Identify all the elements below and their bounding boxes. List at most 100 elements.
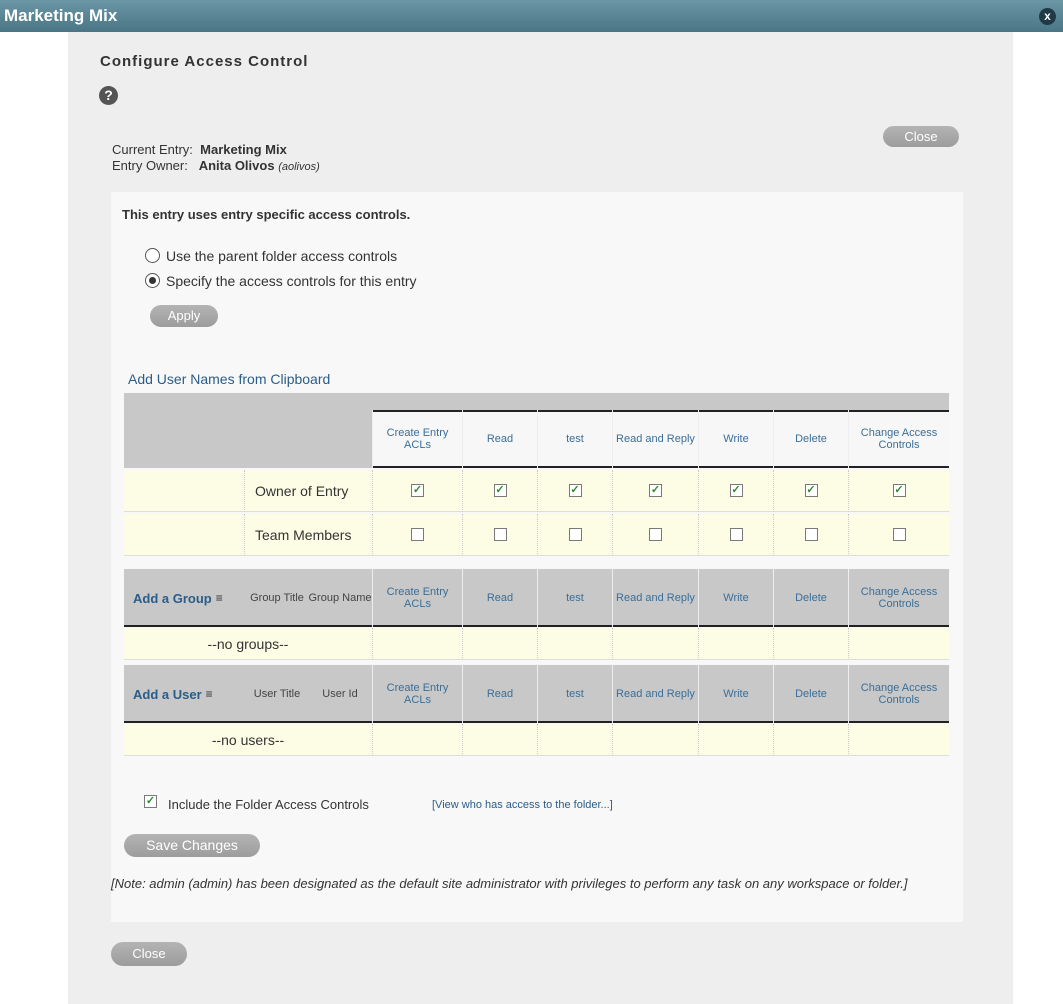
group-col-header: Write — [698, 569, 773, 627]
entry-owner-label: Entry Owner: — [112, 158, 188, 173]
unchecked-checkbox[interactable] — [493, 528, 507, 541]
user-col-header: test — [537, 665, 612, 723]
roles-col-header: Delete — [773, 410, 848, 468]
role-permission-cell — [698, 514, 773, 556]
roles-col-header: Change Access Controls — [848, 410, 949, 468]
checked-checkbox[interactable]: ✓ — [804, 484, 818, 497]
group-name-header: Group Name — [308, 592, 372, 604]
role-permission-cell: ✓ — [612, 470, 698, 512]
unchecked-checkbox[interactable] — [411, 528, 424, 541]
add-group-label: Add a Group — [133, 590, 212, 606]
checked-checkbox[interactable]: ✓ — [649, 484, 662, 497]
add-user-label: Add a User — [133, 686, 202, 702]
access-control-section — [111, 192, 963, 922]
group-empty-cell — [698, 628, 773, 660]
user-col-header: Delete — [773, 665, 848, 723]
close-button-bottom[interactable]: Close — [111, 942, 187, 966]
access-status-text: This entry uses entry specific access co… — [122, 207, 411, 222]
user-empty-cell — [612, 724, 698, 756]
current-entry-line: Current Entry: Marketing Mix — [112, 142, 287, 157]
checked-checkbox[interactable]: ✓ — [411, 484, 424, 497]
checked-checkbox[interactable]: ✓ — [729, 484, 743, 497]
group-empty-cell — [773, 628, 848, 660]
unchecked-checkbox[interactable] — [892, 528, 906, 541]
user-empty-row: --no users-- — [124, 724, 372, 756]
group-col-header: Delete — [773, 569, 848, 627]
filter-dropdown-icon[interactable]: ≡ — [216, 591, 223, 605]
add-user-names-link[interactable]: Add User Names from Clipboard — [128, 371, 330, 387]
radio-unselected-icon[interactable] — [145, 248, 160, 263]
role-permission-cell: ✓ — [698, 470, 773, 512]
user-col-header: Read and Reply — [612, 665, 698, 723]
user-empty-cell — [372, 724, 462, 756]
radio-specify-entry[interactable]: Specify the access controls for this ent… — [145, 273, 417, 289]
role-permission-cell — [537, 514, 612, 556]
unchecked-checkbox[interactable] — [804, 528, 818, 541]
role-permission-cell: ✓ — [372, 470, 462, 512]
user-name-header: User Id — [322, 688, 358, 700]
role-row-label: Owner of Entry — [245, 470, 372, 512]
role-permission-cell: ✓ — [848, 470, 949, 512]
user-empty-cell — [537, 724, 612, 756]
page-title: Configure Access Control — [100, 53, 309, 70]
role-permission-cell: ✓ — [537, 470, 612, 512]
close-button-top[interactable]: Close — [883, 126, 959, 147]
role-row-blank — [124, 470, 245, 512]
user-empty-cell — [848, 724, 949, 756]
save-changes-button[interactable]: Save Changes — [124, 834, 260, 857]
apply-button[interactable]: Apply — [150, 305, 218, 327]
group-col-header: Read — [462, 569, 537, 627]
unchecked-checkbox[interactable] — [568, 528, 582, 541]
user-title-header: User Title — [253, 688, 301, 700]
user-col-header: Create Entry ACLs — [372, 665, 462, 723]
user-col-header: Change Access Controls — [848, 665, 949, 723]
group-empty-cell — [848, 628, 949, 660]
window-title: Marketing Mix — [4, 6, 118, 25]
checked-checkbox[interactable]: ✓ — [493, 484, 507, 497]
help-icon[interactable]: ? — [99, 86, 118, 105]
window-close-icon[interactable]: x — [1039, 8, 1056, 25]
role-permission-cell — [372, 514, 462, 556]
add-user-button[interactable]: Add a User ≡ — [124, 665, 246, 723]
checked-checkbox[interactable]: ✓ — [892, 484, 906, 497]
title-bar: Marketing Mix x — [0, 0, 1063, 32]
roles-col-header: Create Entry ACLs — [372, 410, 462, 468]
group-col-header: test — [537, 569, 612, 627]
entry-owner-line: Entry Owner: Anita Olivos (aolivos) — [112, 158, 320, 173]
filter-dropdown-icon[interactable]: ≡ — [206, 687, 213, 701]
role-permission-cell: ✓ — [773, 470, 848, 512]
group-empty-cell — [612, 628, 698, 660]
add-group-button[interactable]: Add a Group ≡ — [124, 569, 246, 627]
user-empty-cell — [462, 724, 537, 756]
current-entry-label: Current Entry: — [112, 142, 193, 157]
role-row-blank — [124, 514, 245, 556]
include-folder-checkbox[interactable]: ✓ — [144, 795, 157, 808]
role-permission-cell — [462, 514, 537, 556]
group-title-header: Group Title — [250, 592, 304, 604]
roles-col-header: Read — [462, 410, 537, 468]
entry-owner-id: (aolivos) — [278, 161, 320, 173]
view-folder-access-link[interactable]: [View who has access to the folder...] — [432, 799, 613, 811]
radio-specify-entry-label: Specify the access controls for this ent… — [166, 273, 417, 289]
radio-parent-folder[interactable]: Use the parent folder access controls — [145, 248, 397, 264]
include-folder-label: Include the Folder Access Controls — [168, 797, 369, 812]
roles-col-header: Write — [698, 410, 773, 468]
radio-selected-icon[interactable] — [145, 273, 160, 288]
group-empty-cell — [462, 628, 537, 660]
user-col-header: Read — [462, 665, 537, 723]
unchecked-checkbox[interactable] — [729, 528, 743, 541]
group-empty-row: --no groups-- — [124, 628, 372, 660]
role-row-label: Team Members — [245, 514, 372, 556]
role-permission-cell — [612, 514, 698, 556]
role-permission-cell — [773, 514, 848, 556]
unchecked-checkbox[interactable] — [649, 528, 662, 541]
role-permission-cell: ✓ — [462, 470, 537, 512]
role-permission-cell — [848, 514, 949, 556]
roles-col-header: Read and Reply — [612, 410, 698, 468]
user-empty-cell — [773, 724, 848, 756]
group-col-header: Read and Reply — [612, 569, 698, 627]
admin-note: [Note: admin (admin) has been designated… — [111, 876, 908, 891]
checked-checkbox[interactable]: ✓ — [568, 484, 582, 497]
group-col-header: Change Access Controls — [848, 569, 949, 627]
group-empty-cell — [537, 628, 612, 660]
